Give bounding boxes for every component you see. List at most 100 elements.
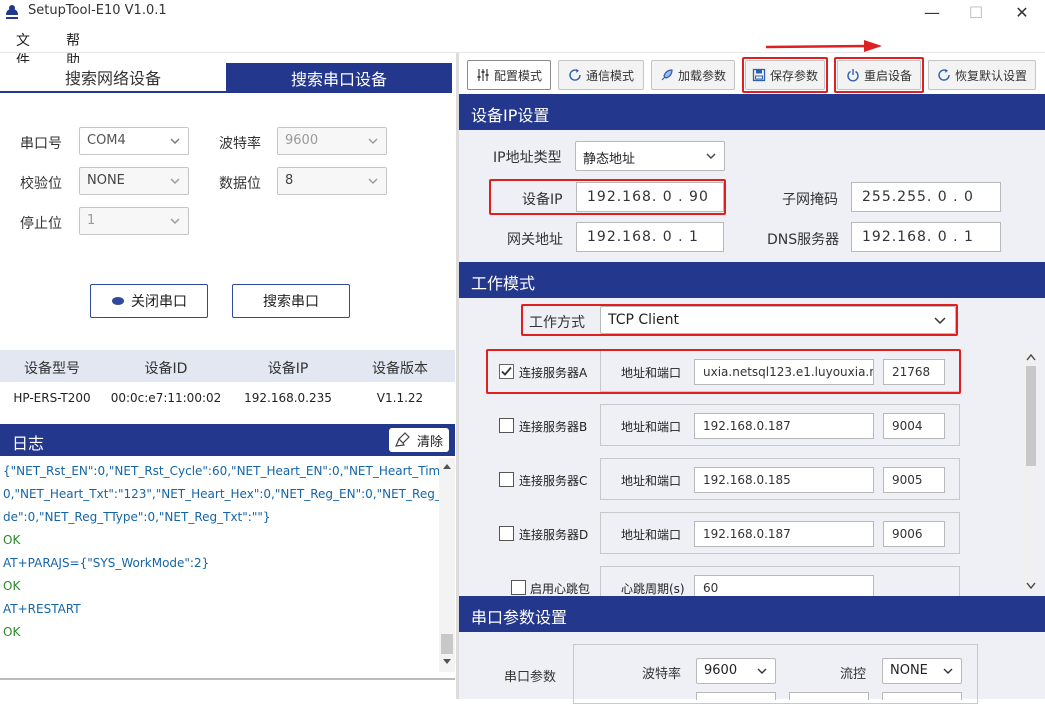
log-header: 日志 清除 [0, 424, 455, 456]
server-b-address-input[interactable]: 192.168.0.187 [694, 413, 874, 439]
highlight-device-ip [489, 179, 726, 215]
log-title: 日志 [12, 434, 45, 453]
server-d-address-input[interactable]: 192.168.0.187 [694, 521, 874, 547]
serial-group-label: 串口参数 [504, 670, 557, 685]
server-b-row: 连接服务器B 地址和端口 192.168.0.187 9004 [487, 404, 960, 446]
log-scrollbar[interactable] [439, 458, 455, 672]
close-port-button[interactable]: 关闭串口 [90, 284, 208, 318]
refresh-icon [569, 69, 581, 81]
cell-ip: 192.168.0.235 [244, 391, 332, 405]
port-label: 串口号 [20, 136, 62, 152]
server-c-address-input[interactable]: 192.168.0.185 [694, 467, 874, 493]
config-mode-button[interactable]: 配置模式 [467, 60, 551, 90]
addr-label: 地址和端口 [621, 528, 682, 542]
cell-id: 00:0c:e7:11:00:02 [110, 391, 222, 405]
parity-label: 校验位 [20, 176, 62, 192]
databits-select[interactable]: 8 [277, 167, 387, 195]
log-line: OK [3, 625, 21, 639]
ip-settings-title: 设备IP设置 [471, 106, 550, 125]
baud-select[interactable]: 9600 [277, 127, 387, 155]
gateway-input[interactable]: 192.168. 0 . 1 [576, 222, 724, 252]
restore-defaults-button[interactable]: 恢复默认设置 [928, 60, 1036, 90]
restore-defaults-label: 恢复默认设置 [954, 68, 1027, 83]
subnet-label: 子网掩码 [782, 192, 838, 208]
clear-log-label: 清除 [416, 434, 443, 450]
device-table-header: 设备型号 设备ID 设备IP 设备版本 [0, 350, 455, 382]
log-horizontal-scrollbar[interactable] [0, 678, 455, 680]
serial-flow-select[interactable]: NONE [882, 658, 962, 684]
server-d-row: 连接服务器D 地址和端口 192.168.0.187 9006 [487, 512, 960, 554]
chevron-down-icon [706, 153, 716, 159]
scroll-up-icon[interactable] [1026, 353, 1036, 361]
log-scroll-thumb[interactable] [441, 634, 453, 654]
work-mode-scroll-thumb[interactable] [1026, 366, 1036, 466]
serial-baud-label: 波特率 [642, 667, 682, 682]
serial-baud-select[interactable]: 9600 [696, 658, 776, 684]
heartbeat-period-input[interactable]: 60 [694, 575, 874, 596]
annotation-arrow-icon [765, 40, 882, 52]
comm-mode-button[interactable]: 通信模式 [558, 60, 644, 90]
col-device-model: 设备型号 [24, 361, 80, 377]
baud-select-value: 9600 [285, 133, 319, 148]
minimize-button[interactable]: — [909, 0, 955, 24]
work-mode-header: 工作模式 [459, 262, 1045, 298]
server-c-checkbox[interactable] [499, 472, 514, 487]
chevron-down-icon [368, 138, 378, 144]
serial-params-header: 串口参数设置 [459, 596, 1045, 632]
server-d-settings: 地址和端口 192.168.0.187 9006 [600, 512, 960, 554]
log-line: AT+RESTART [3, 602, 81, 616]
server-d-label: 连接服务器D [519, 528, 589, 542]
ip-type-select[interactable]: 静态地址 [575, 141, 725, 171]
ip-type-value: 静态地址 [583, 152, 636, 167]
server-b-left: 连接服务器B [487, 404, 601, 446]
server-d-left: 连接服务器D [487, 512, 601, 554]
port-status-icon [112, 297, 124, 305]
server-b-checkbox[interactable] [499, 418, 514, 433]
close-window-button[interactable]: ✕ [999, 0, 1045, 24]
port-select[interactable]: COM4 [79, 127, 189, 155]
window-title: SetupTool-E10 V1.0.1 [28, 3, 167, 18]
server-d-port-input[interactable]: 9006 [883, 521, 945, 547]
work-mode-scrollbar[interactable] [1024, 350, 1038, 594]
stopbits-select[interactable]: 1 [79, 207, 189, 235]
log-line: OK [3, 579, 21, 593]
tab-search-network[interactable]: 搜索网络设备 [0, 63, 226, 93]
heartbeat-label: 启用心跳包 [530, 582, 591, 596]
load-params-button[interactable]: 加载参数 [651, 60, 735, 90]
dns-input[interactable]: 192.168. 0 . 1 [851, 222, 1001, 252]
menu-divider [0, 52, 1045, 53]
search-port-button[interactable]: 搜索串口 [232, 284, 350, 318]
work-mode-title: 工作模式 [471, 274, 536, 293]
maximize-button[interactable]: ☐ [953, 0, 999, 24]
heartbeat-settings: 心跳周期(s) 60 [600, 566, 960, 596]
search-port-label: 搜索串口 [263, 294, 319, 310]
server-c-port-input[interactable]: 9005 [883, 467, 945, 493]
chevron-down-icon [170, 178, 180, 184]
databits-select-value: 8 [285, 173, 294, 188]
scroll-down-icon[interactable] [1026, 582, 1036, 590]
log-output: {"NET_Rst_EN":0,"NET_Rst_Cycle":60,"NET_… [0, 458, 440, 674]
log-line: {"NET_Rst_EN":0,"NET_Rst_Cycle":60,"NET_… [3, 464, 440, 478]
heartbeat-checkbox[interactable] [511, 580, 526, 595]
parity-select[interactable]: NONE [79, 167, 189, 195]
scroll-up-icon[interactable] [442, 462, 452, 470]
server-d-checkbox[interactable] [499, 526, 514, 541]
clear-log-button[interactable]: 清除 [389, 428, 449, 452]
cell-model: HP-ERS-T200 [13, 391, 91, 405]
serial-baud-value: 9600 [704, 663, 738, 678]
rocket-icon [661, 69, 673, 81]
server-b-label: 连接服务器B [519, 420, 588, 434]
col-device-id: 设备ID [144, 361, 188, 377]
stopbits-label: 停止位 [20, 216, 62, 232]
server-c-label: 连接服务器C [519, 474, 588, 488]
close-port-label: 关闭串口 [131, 294, 187, 310]
chevron-down-icon [757, 668, 767, 674]
scroll-down-icon[interactable] [442, 658, 452, 666]
baud-label: 波特率 [219, 136, 261, 152]
subnet-input[interactable]: 255.255. 0 . 0 [851, 182, 1001, 212]
chevron-down-icon [170, 138, 180, 144]
reset-icon [938, 69, 950, 81]
server-b-port-input[interactable]: 9004 [883, 413, 945, 439]
tab-search-serial[interactable]: 搜索串口设备 [226, 63, 452, 93]
comm-mode-label: 通信模式 [585, 68, 634, 83]
